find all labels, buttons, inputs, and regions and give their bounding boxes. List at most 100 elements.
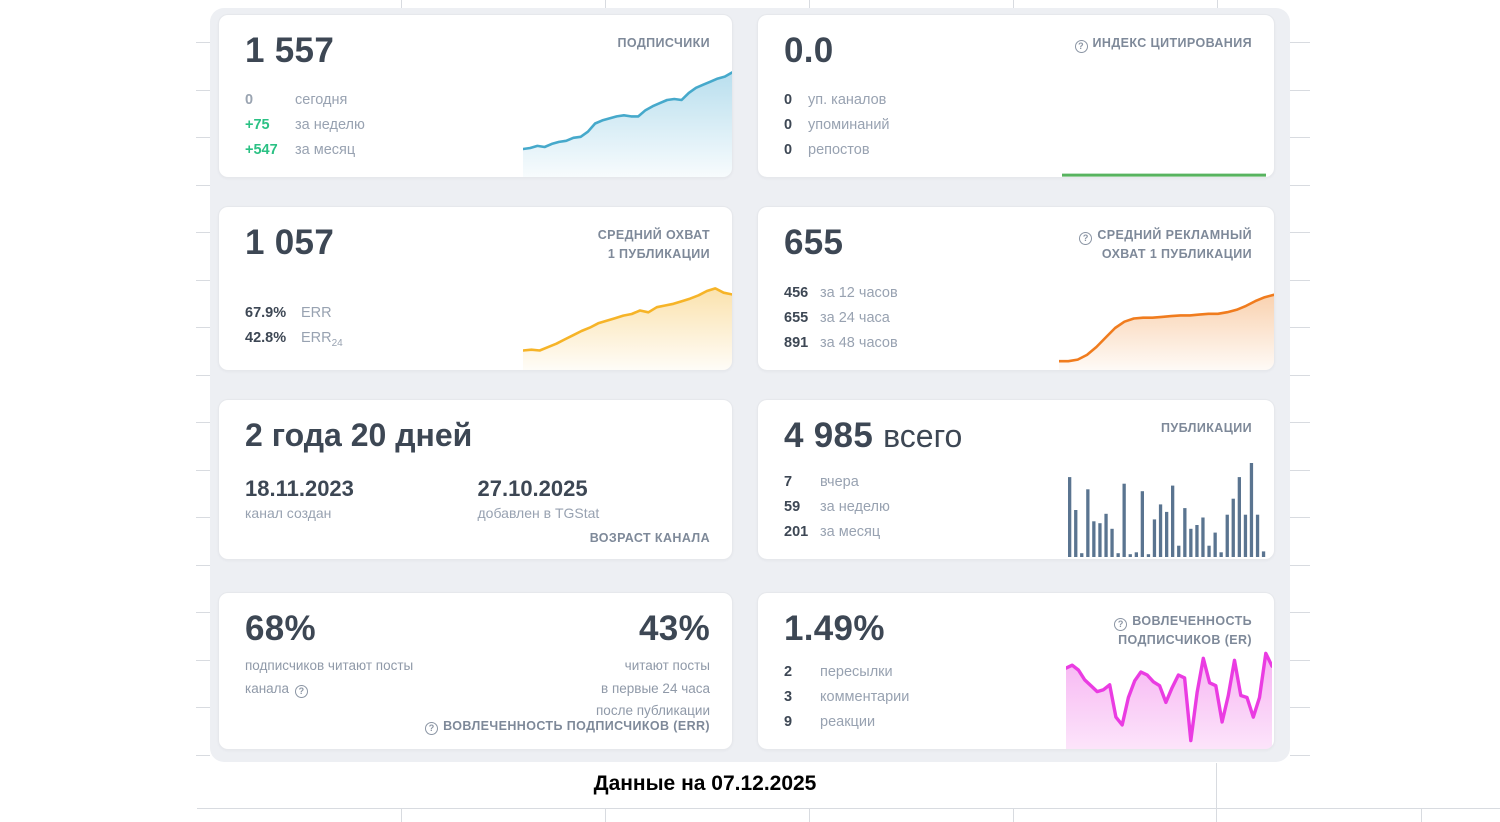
publications-total-suffix: всего bbox=[883, 418, 963, 454]
stat-label: реакции bbox=[820, 714, 876, 730]
stat-row: +547 за месяц bbox=[245, 138, 710, 163]
gridline bbox=[1290, 327, 1310, 328]
stat-row: 59 за неделю bbox=[784, 495, 1252, 520]
stat-row: 7 вчера bbox=[784, 470, 1252, 495]
gridline bbox=[196, 707, 210, 708]
gridline bbox=[605, 808, 606, 822]
stat-value: 9 bbox=[784, 714, 793, 730]
gridline bbox=[1217, 0, 1218, 8]
stat-label: комментарии bbox=[820, 689, 910, 705]
card-title-publications: ПУБЛИКАЦИИ bbox=[1161, 421, 1252, 435]
gridline bbox=[196, 327, 210, 328]
publications-stats: 7 вчера 59 за неделю 201 за месяц bbox=[784, 470, 1252, 545]
gridline bbox=[196, 375, 210, 376]
stat-value: 59 bbox=[784, 499, 801, 515]
gridline bbox=[1290, 660, 1310, 661]
gridline bbox=[1290, 375, 1310, 376]
subscribers-stats: 0 сегодня +75 за неделю +547 за месяц bbox=[245, 88, 710, 163]
stat-row: 655 за 24 часа bbox=[784, 306, 1252, 331]
card-title-ad-reach: ? СРЕДНИЙ РЕКЛАМНЫЙ ОХВАТ 1 ПУБЛИКАЦИИ bbox=[1079, 226, 1252, 265]
gridline bbox=[401, 0, 402, 8]
card-publications: 4 985 всего ПУБЛИКАЦИИ 7 вчера 59 за недел… bbox=[757, 399, 1275, 560]
card-avg-post-reach: 1 057 СРЕДНИЙ ОХВАТ 1 ПУБЛИКАЦИИ 67.9% ER… bbox=[218, 206, 733, 371]
gridline bbox=[809, 0, 810, 8]
gridline bbox=[1290, 755, 1310, 756]
err-right-value: 43% bbox=[639, 609, 710, 648]
stat-value: 67.9% bbox=[245, 305, 287, 322]
stat-label: за 48 часов bbox=[820, 335, 898, 351]
date-created: 18.11.2023 канал создан bbox=[245, 476, 478, 521]
gridline bbox=[1290, 517, 1310, 518]
stat-row: 0 репостов bbox=[784, 138, 1252, 163]
stat-row: 0 уп. каналов bbox=[784, 88, 1252, 113]
err-left-value: 68% bbox=[245, 609, 316, 648]
stat-label: ERR bbox=[301, 305, 332, 322]
card-title-channel-age: ВОЗРАСТ КАНАЛА bbox=[589, 531, 710, 545]
stat-label: пересылки bbox=[820, 664, 893, 680]
stat-row: 42.8% ERR24 bbox=[245, 326, 710, 356]
citation-sparkline bbox=[1060, 165, 1268, 177]
stat-value: 0 bbox=[784, 142, 793, 158]
card-title-line: СРЕДНИЙ ОХВАТ bbox=[597, 228, 710, 242]
help-icon[interactable]: ? bbox=[1114, 617, 1128, 631]
stat-value: 2 bbox=[784, 664, 793, 680]
gridline bbox=[1013, 808, 1014, 822]
gridline bbox=[196, 232, 210, 233]
help-icon[interactable]: ? bbox=[1079, 231, 1093, 245]
stat-row: 0 упоминаний bbox=[784, 113, 1252, 138]
gridline bbox=[1290, 612, 1310, 613]
er-stats: 2 пересылки 3 комментарии 9 реакции bbox=[784, 660, 1252, 735]
stat-row: 891 за 48 часов bbox=[784, 331, 1252, 356]
stat-value: 42.8% bbox=[245, 330, 287, 347]
stat-label: вчера bbox=[820, 474, 859, 490]
gridline bbox=[1013, 0, 1014, 8]
help-icon[interactable]: ? bbox=[425, 722, 439, 735]
stat-value: 456 bbox=[784, 285, 809, 301]
err-left-desc: подписчиков читают посты канала ? bbox=[245, 658, 414, 699]
ad-reach-stats: 456 за 12 часов 655 за 24 часа 891 за 48 ча… bbox=[784, 281, 1252, 356]
date-added: 27.10.2025 добавлен в TGStat bbox=[478, 476, 711, 521]
gridline bbox=[1290, 707, 1310, 708]
gridline bbox=[197, 808, 1500, 809]
gridline bbox=[196, 755, 210, 756]
card-title-line: ? СРЕДНИЙ РЕКЛАМНЫЙ bbox=[1079, 226, 1252, 245]
gridline bbox=[1290, 90, 1310, 91]
channel-dates: 18.11.2023 канал создан 27.10.2025 добав… bbox=[245, 476, 710, 521]
stat-row: 9 реакции bbox=[784, 710, 1252, 735]
gridline bbox=[196, 90, 210, 91]
stat-label: за 24 часа bbox=[820, 310, 890, 326]
card-title-citation-index: ? ИНДЕКС ЦИТИРОВАНИЯ bbox=[1074, 34, 1252, 53]
stat-row: 67.9% ERR bbox=[245, 301, 710, 326]
stat-label: репостов bbox=[808, 142, 870, 158]
stat-value: 7 bbox=[784, 474, 793, 490]
stat-value: +75 bbox=[245, 117, 270, 133]
card-subscribers: 1 557 ПОДПИСЧИКИ 0 сегодня +75 за неделю +… bbox=[218, 14, 733, 178]
card-err: 68% подписчиков читают посты канала ? 43… bbox=[218, 592, 733, 750]
gridline bbox=[196, 612, 210, 613]
help-icon[interactable]: ? bbox=[1074, 39, 1088, 53]
gridline bbox=[196, 517, 210, 518]
dashboard-screenshot: 1 557 ПОДПИСЧИКИ 0 сегодня +75 за неделю +… bbox=[0, 0, 1500, 822]
stat-label: за месяц bbox=[820, 524, 881, 540]
gridline bbox=[1290, 422, 1310, 423]
card-citation-index: 0.0 ? ИНДЕКС ЦИТИРОВАНИЯ 0 уп. каналов 0 уп… bbox=[757, 14, 1275, 178]
help-icon[interactable]: ? bbox=[294, 685, 308, 699]
gridline bbox=[1290, 565, 1310, 566]
gridline bbox=[196, 470, 210, 471]
card-title-line: 1 ПУБЛИКАЦИИ bbox=[607, 247, 710, 262]
stat-row: 201 за месяц bbox=[784, 520, 1252, 545]
stat-row: 3 комментарии bbox=[784, 685, 1252, 710]
stat-value: 3 bbox=[784, 689, 793, 705]
card-title-line: ОХВАТ 1 ПУБЛИКАЦИИ bbox=[1101, 247, 1252, 262]
stat-label: за неделю bbox=[295, 117, 365, 133]
card-avg-ad-reach: 655 ? СРЕДНИЙ РЕКЛАМНЫЙ ОХВАТ 1 ПУБЛИКАЦИ… bbox=[757, 206, 1275, 371]
stat-value: 201 bbox=[784, 524, 809, 540]
card-channel-age: 2 года 20 дней 18.11.2023 канал создан 2… bbox=[218, 399, 733, 560]
stat-value: 0 bbox=[784, 92, 793, 108]
stat-label: за неделю bbox=[820, 499, 890, 515]
stats-panel: 1 557 ПОДПИСЧИКИ 0 сегодня +75 за неделю +… bbox=[210, 8, 1290, 762]
stat-label: ERR24 bbox=[301, 330, 343, 349]
stat-label: упоминаний bbox=[808, 117, 890, 133]
gridline bbox=[1290, 280, 1310, 281]
gridline bbox=[196, 137, 210, 138]
